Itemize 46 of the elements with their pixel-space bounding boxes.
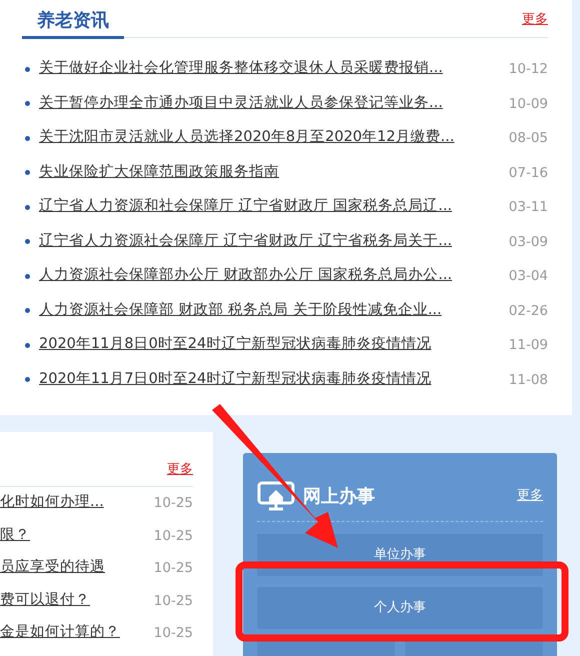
faq-link[interactable]: 员应享受的待遇 [0,557,105,580]
bullet-icon [25,239,30,244]
bullet-icon [25,342,30,348]
section-title: 网上办事 [303,484,375,508]
news-link[interactable]: 人力资源社会保障部办公厅 财政部办公厅 国家税务总局办公... [39,265,452,288]
date-text: 10-12 [508,60,548,80]
date-text: 03-04 [508,267,548,286]
service-button[interactable]: 个人办事 [257,587,543,629]
date-text: 10-25 [154,526,193,546]
bullet-icon [25,377,30,382]
date-text: 03-11 [508,198,548,218]
date-text: 10-09 [508,94,548,114]
news-link[interactable]: 关于暂停办理全市通办项目中灵活就业人员参保登记等业务... [39,92,443,115]
date-text: 11-09 [508,336,548,356]
bullet-icon [25,308,30,314]
news-link[interactable]: 失业保险扩大保障范围政策服务指南 [39,162,279,184]
news-link[interactable]: 关于做好企业社会化管理服务整体移交退休人员采暖费报销... [39,58,443,80]
date-text: 10-25 [154,592,193,611]
bullet-icon [25,136,30,141]
bullet-icon [25,101,30,106]
faq-link[interactable]: 化时如何办理... [0,492,104,514]
date-text: 07-16 [508,164,548,183]
monitor-icon [257,481,295,511]
news-link[interactable]: 2020年11月8日0时至24时辽宁新型冠状病毒肺炎疫情情况 [39,334,432,356]
date-text: 10-25 [154,494,193,514]
date-text: 02-26 [508,302,548,321]
date-text: 03-09 [508,232,548,252]
section-title: 养老资讯 [22,10,124,39]
news-link[interactable]: 2020年11月7日0时至24时辽宁新型冠状病毒肺炎疫情情况 [39,368,432,391]
news-link[interactable]: 辽宁省人力资源社会保障厅 辽宁省财政厅 辽宁省税务局关于... [39,230,452,253]
news-link[interactable]: 人力资源社会保障部 财政部 税务总局 关于阶段性减免企业... [39,300,442,322]
more-link[interactable]: 更多 [522,10,548,37]
date-text: 10-25 [154,624,193,644]
faq-link[interactable]: 限？ [0,524,30,547]
news-link[interactable]: 关于沈阳市灵活就业人员选择2020年8月至2020年12月缴费... [39,127,454,150]
faq-link[interactable]: 费可以退付？ [0,590,90,612]
date-text: 10-25 [154,559,193,578]
bullet-icon [25,66,30,72]
date-text: 11-08 [508,370,548,390]
bullet-icon [25,170,30,176]
date-text: 08-05 [508,129,548,148]
faq-link[interactable]: 金是如何计算的？ [0,622,120,644]
bullet-icon [25,204,30,210]
more-link[interactable]: 更多 [167,450,193,486]
bullet-icon [25,274,30,279]
news-link[interactable]: 辽宁省人力资源和社会保障厅 辽宁省财政厅 国家税务总局辽... [39,196,452,218]
